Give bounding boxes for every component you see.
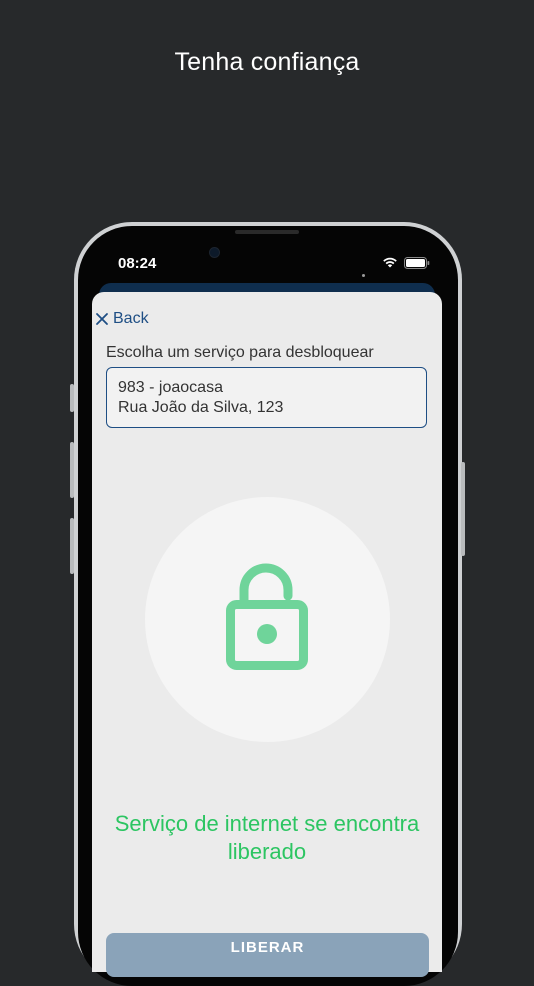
front-camera — [210, 248, 219, 257]
service-address: Rua João da Silva, 123 — [118, 399, 284, 416]
service-field-label: Escolha um serviço para desbloquear — [106, 344, 374, 361]
unlocked-padlock-icon — [226, 563, 308, 670]
service-status-message: Serviço de internet se encontra liberado — [114, 811, 420, 864]
service-id-name: 983 - joaocasa — [118, 379, 223, 396]
wifi-icon — [383, 257, 397, 268]
phone-volume-down — [70, 518, 74, 574]
battery-icon — [404, 257, 430, 269]
back-button[interactable]: Back — [95, 308, 149, 330]
back-label: Back — [113, 310, 149, 327]
status-time: 08:24 — [118, 255, 157, 272]
phone-speaker — [235, 230, 299, 234]
phone-volume-up — [70, 442, 74, 498]
close-icon — [96, 313, 108, 325]
promo-headline: Tenha confiança — [174, 48, 360, 76]
service-select[interactable]: 983 - joaocasa Rua João da Silva, 123 — [106, 367, 427, 428]
phone-power-button — [461, 462, 465, 556]
phone-silent-switch — [70, 384, 74, 412]
release-button[interactable]: LIBERAR — [106, 933, 429, 977]
